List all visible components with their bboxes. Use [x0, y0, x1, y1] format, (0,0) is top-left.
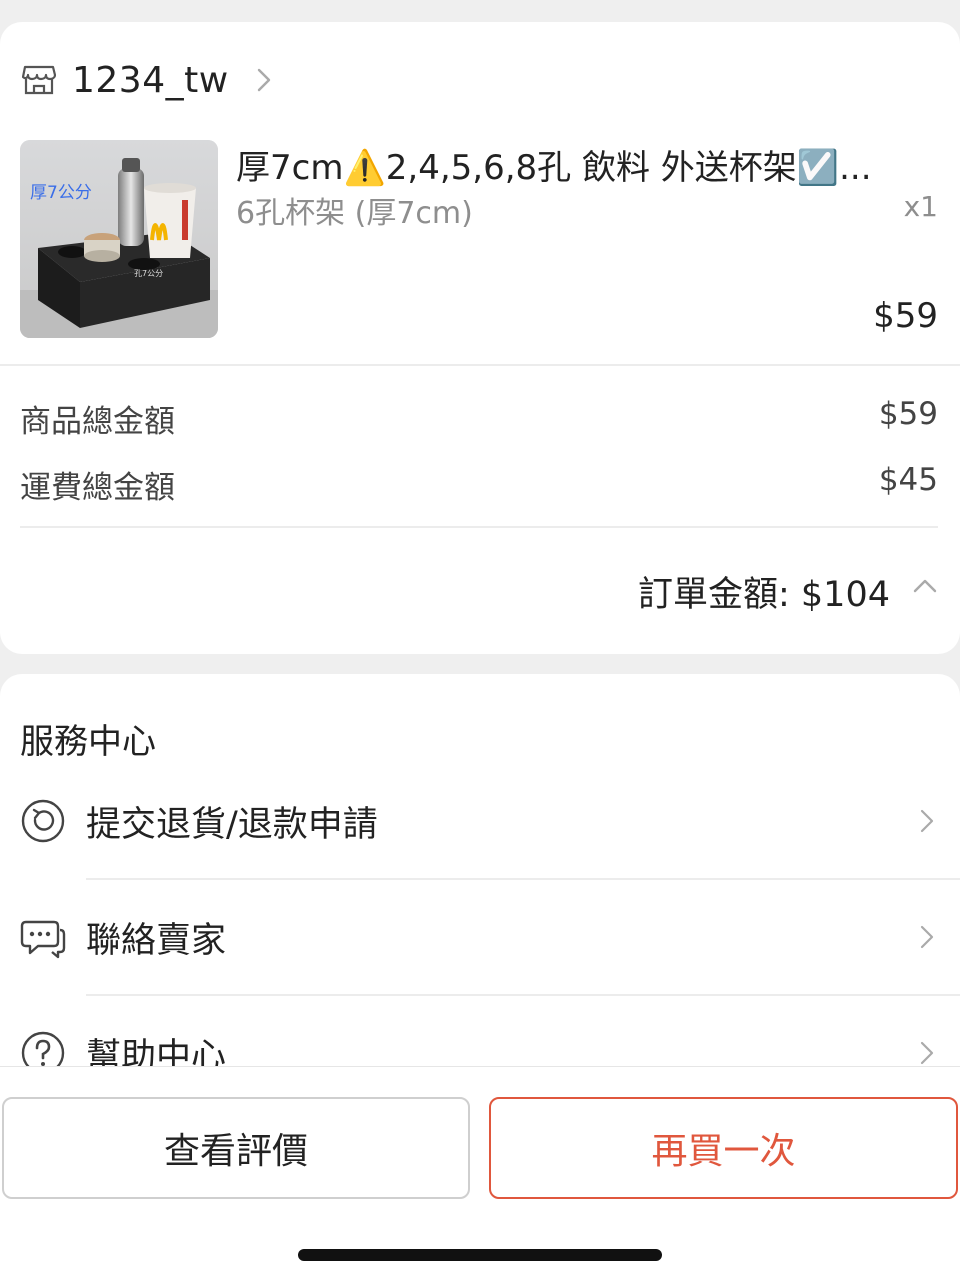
buy-again-button[interactable]: 再買一次 [489, 1097, 958, 1199]
service-item-label: 聯絡賣家 [86, 921, 227, 961]
subtotal-label: 商品總金額 [20, 404, 175, 440]
home-indicator[interactable] [298, 1249, 662, 1261]
view-review-button[interactable]: 查看評價 [2, 1097, 470, 1199]
chevron-right-icon [920, 925, 934, 949]
thumbnail-tag: 孔7公分 [134, 269, 163, 278]
product-variant: 6孔杯架 (厚7cm) [236, 196, 473, 231]
service-item-label: 提交退貨/退款申請 [86, 805, 378, 845]
product-price: $59 [873, 296, 938, 336]
product-title[interactable]: 厚7cm⚠️2,4,5,6,8孔 飲料 外送杯架☑️... [236, 140, 936, 189]
divider [86, 994, 960, 996]
chevron-right-icon [920, 809, 934, 833]
divider [20, 526, 938, 528]
divider [0, 364, 960, 366]
shop-name: 1234_tw [72, 59, 229, 101]
chevron-up-icon[interactable] [912, 576, 938, 594]
order-total: 訂單金額: $104 [638, 575, 890, 615]
order-card: 1234_tw 厚7公分 孔7公分 厚7cm⚠️2,4,5,6,8孔 飲料 外送… [0, 22, 960, 654]
chevron-right-icon [920, 1041, 934, 1065]
bottom-action-bar: 查看評價 再買一次 [0, 1066, 960, 1279]
shipping-label: 運費總金額 [20, 470, 175, 506]
thumbnail-caption: 厚7公分 [30, 183, 92, 203]
service-center-title: 服務中心 [20, 722, 156, 762]
store-icon [22, 65, 56, 95]
shop-header[interactable]: 1234_tw [22, 59, 273, 101]
service-item-contact-seller[interactable]: 聯絡賣家 [0, 896, 960, 976]
divider [86, 878, 960, 880]
product-thumbnail[interactable]: 厚7公分 孔7公分 [20, 140, 218, 338]
shipping-value: $45 [878, 462, 938, 498]
subtotal-value: $59 [878, 396, 938, 432]
service-item-return-refund[interactable]: 提交退貨/退款申請 [0, 780, 960, 860]
return-refund-icon [21, 799, 65, 843]
chat-icon [20, 920, 66, 959]
product-quantity: x1 [903, 190, 938, 223]
chevron-right-icon [257, 68, 270, 92]
